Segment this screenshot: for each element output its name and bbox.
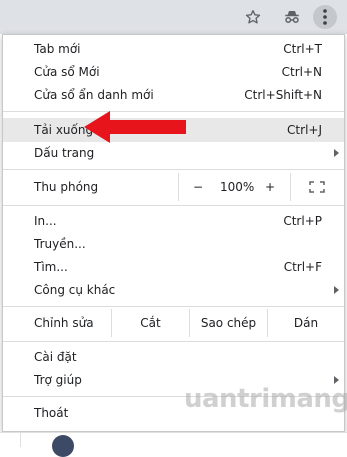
menu-item-new-window[interactable]: Cửa sổ Mới Ctrl+N (3, 60, 344, 84)
menu-item-label: Thu phóng (34, 180, 99, 194)
menu-item-shortcut: Ctrl+J (287, 123, 322, 137)
menu-item-label: Chỉnh sửa (34, 316, 94, 330)
menu-item-settings[interactable]: Cài đặt (3, 345, 344, 369)
watermark: uantrimang (183, 379, 347, 419)
menu-item-incognito-window[interactable]: Cửa sổ ẩn danh mới Ctrl+Shift+N (3, 83, 344, 107)
submenu-arrow-icon (334, 376, 339, 384)
browser-toolbar (0, 0, 347, 34)
menu-separator (3, 341, 344, 342)
menu-item-zoom: Thu phóng − 100% + (3, 173, 344, 201)
more-vert-icon[interactable] (313, 5, 337, 29)
paste-button[interactable]: Dán (268, 309, 344, 337)
menu-item-label: Cài đặt (34, 350, 77, 364)
menu-item-label: Truyền... (34, 237, 86, 251)
menu-item-bookmarks[interactable]: Dấu trang (3, 141, 344, 165)
zoom-out-button[interactable]: − (186, 180, 210, 194)
avatar (52, 435, 74, 457)
menu-separator (3, 205, 344, 206)
menu-item-label: Tìm... (34, 260, 68, 274)
menu-item-label: Tab mới (34, 42, 81, 56)
divider (20, 433, 21, 447)
menu-item-edit: Chỉnh sửa Cắt Sao chép Dán (3, 309, 344, 337)
menu-item-new-tab[interactable]: Tab mới Ctrl+T (3, 37, 344, 61)
submenu-arrow-icon (334, 286, 339, 294)
menu-item-cast[interactable]: Truyền... (3, 232, 344, 256)
menu-item-print[interactable]: In... Ctrl+P (3, 209, 344, 233)
menu-separator (3, 169, 344, 170)
divider (178, 173, 179, 201)
menu-item-label: Cửa sổ Mới (34, 65, 100, 79)
copy-button[interactable]: Sao chép (190, 309, 267, 337)
fullscreen-icon[interactable] (309, 181, 325, 193)
cut-button[interactable]: Cắt (112, 309, 189, 337)
menu-item-shortcut: Ctrl+N (281, 65, 322, 79)
menu-item-shortcut: Ctrl+T (283, 42, 322, 56)
zoom-in-button[interactable]: + (258, 180, 282, 194)
paste-label: Dán (293, 316, 319, 330)
divider (290, 173, 291, 201)
menu-item-more-tools[interactable]: Công cụ khác (3, 278, 344, 302)
page-content (0, 432, 347, 457)
cut-label: Cắt (140, 316, 161, 330)
red-pointer-arrow-icon (84, 111, 186, 143)
menu-item-label: Thoát (34, 406, 69, 420)
menu-item-label: Cửa sổ ẩn danh mới (34, 88, 154, 102)
star-icon[interactable] (241, 5, 265, 29)
copy-label: Sao chép (200, 316, 257, 330)
menu-item-label: Dấu trang (34, 146, 95, 160)
submenu-arrow-icon (334, 149, 339, 157)
chrome-main-menu: Tab mới Ctrl+T Cửa sổ Mới Ctrl+N Cửa sổ … (2, 34, 345, 432)
menu-item-shortcut: Ctrl+P (283, 214, 322, 228)
incognito-icon[interactable] (280, 5, 304, 29)
menu-item-find[interactable]: Tìm... Ctrl+F (3, 255, 344, 279)
menu-item-shortcut: Ctrl+F (283, 260, 322, 274)
watermark-text: uantrimang (184, 384, 347, 414)
menu-item-label: In... (34, 214, 57, 228)
menu-item-label: Trợ giúp (34, 373, 82, 387)
menu-item-shortcut: Ctrl+Shift+N (244, 88, 322, 102)
zoom-level: 100% (220, 180, 255, 194)
menu-separator (3, 306, 344, 307)
menu-item-label: Công cụ khác (34, 283, 116, 297)
